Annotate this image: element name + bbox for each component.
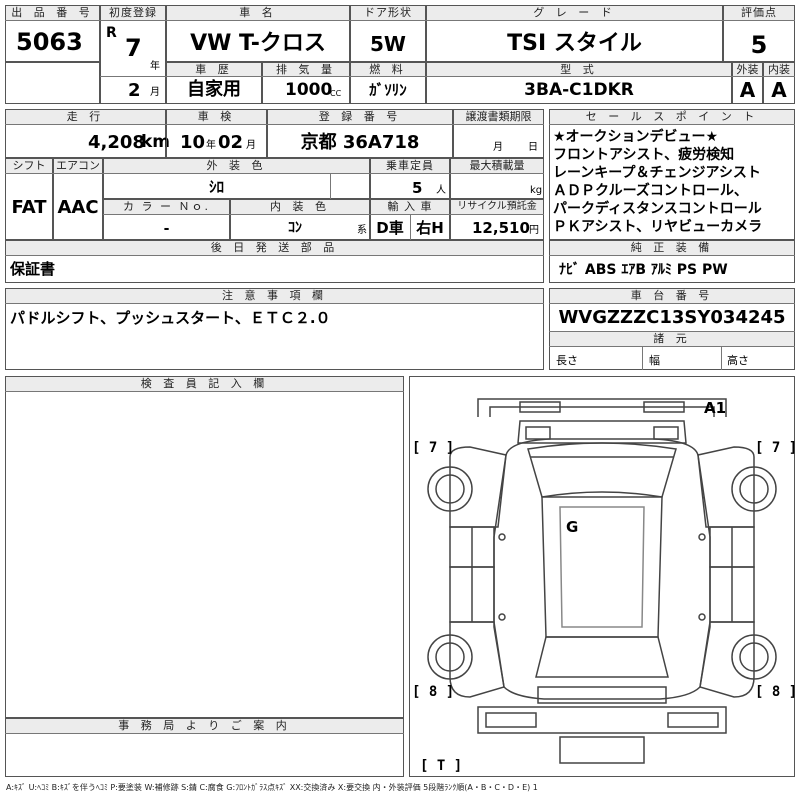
interior-label: 内装 xyxy=(764,63,794,77)
history: 自家用 xyxy=(187,79,241,100)
mark-front-right: [ 7 ] xyxy=(755,440,798,456)
interior-grade: A xyxy=(771,78,787,102)
sales-point: パークディスタンスコントロール xyxy=(553,201,762,217)
transfer-day: 日 xyxy=(528,142,538,153)
specs-label: 諸 元 xyxy=(550,332,794,346)
grade-label: グ レ ー ド xyxy=(427,6,722,20)
notes: パドルシフト、プッシュスタート、ＥＴＣ２.０ xyxy=(10,309,331,327)
mileage-label: 走 行 xyxy=(6,110,165,124)
first-reg-label: 初度登録 xyxy=(101,6,165,20)
mark-rear-left: [ 8 ] xyxy=(412,684,455,700)
sales-point: レーンキープ＆チェンジアシスト xyxy=(553,165,761,181)
inspection-month-unit: 月 xyxy=(246,140,256,151)
shift-label: シフト xyxy=(6,159,52,173)
car-name: VW T-クロス xyxy=(190,31,326,56)
exterior-label: 外装 xyxy=(733,63,762,77)
load-unit: kg xyxy=(530,185,543,196)
notes-label: 注 意 事 項 欄 xyxy=(6,289,543,303)
cc-unit: CC xyxy=(330,89,342,98)
exterior-grade: A xyxy=(739,78,756,102)
import-label: 輸 入 車 xyxy=(371,200,449,214)
mark-trunk: [ T ] xyxy=(420,758,463,774)
fuel-label: 燃 料 xyxy=(351,63,425,77)
ac-label: エアコン xyxy=(54,159,102,173)
sales-point: ＰＫアシスト、リヤビューカメラ xyxy=(553,219,763,235)
transfer-label: 譲渡書類期限 xyxy=(454,110,543,124)
displacement-label: 排 気 量 xyxy=(263,63,349,77)
int-color-unit: 系 xyxy=(357,225,367,236)
displacement: 1000 xyxy=(285,80,333,100)
damage-legend: A:ｷｽﾞ U:ﾍｺﾐ B:ｷｽﾞを伴うﾍｺﾐ P:要塗装 W:補修跡 S:錆 … xyxy=(6,783,538,792)
import-d: D車 xyxy=(376,219,404,237)
capacity: 5 xyxy=(412,179,423,197)
int-color-label: 内 装 色 xyxy=(231,200,369,214)
later-parts: 保証書 xyxy=(10,260,56,278)
inspection-month: 02 xyxy=(218,132,244,153)
sales-point: ＡＤＰクルーズコントロール、 xyxy=(553,183,748,199)
recycle-label: リサイクル預託金 xyxy=(451,200,543,214)
equipment: ﾅﾋﾞ ABS ｴｱB ｱﾙﾐ PS PW xyxy=(559,262,728,278)
color-no-label: カ ラ ー Ｎｏ. xyxy=(104,200,229,214)
ext-color: ｼﾛ xyxy=(208,178,224,196)
damage-diagram: A1 G [ 7 ] [ 7 ] [ 8 ] [ 8 ] [ T ] xyxy=(409,376,798,777)
vin-label: 車 台 番 号 xyxy=(550,289,794,303)
recycle: 12,510 xyxy=(472,219,530,237)
plate-label: 登 録 番 号 xyxy=(268,110,452,124)
capacity-label: 乗車定員 xyxy=(371,159,449,173)
car-outline-diagram xyxy=(427,398,777,764)
fuel: ｶﾞｿﾘﾝ xyxy=(369,81,407,99)
car-name-label: 車 名 xyxy=(167,6,349,20)
mileage: 4,208 xyxy=(88,132,145,153)
model-code: 3BA-C1DKR xyxy=(524,80,634,100)
lot-number: 5063 xyxy=(16,28,83,56)
capacity-unit: 人 xyxy=(436,185,446,196)
era: R xyxy=(106,25,117,41)
sales-label: セ ー ル ス ポ イ ン ト xyxy=(550,110,794,124)
inspector-label: 検 査 員 記 入 欄 xyxy=(6,377,403,391)
ext-color-label: 外 装 色 xyxy=(104,159,369,173)
first-reg-month: 2 xyxy=(128,80,141,101)
length-label: 長さ xyxy=(556,354,578,367)
sales-point: ★オークションデビュー★ xyxy=(553,129,719,145)
lot-label: 出 品 番 号 xyxy=(6,6,99,20)
month-unit: 月 xyxy=(150,87,160,98)
door-type: 5W xyxy=(370,32,406,56)
office-label: 事 務 局 よ り ご 案 内 xyxy=(6,719,403,733)
shift: FAT xyxy=(11,197,47,218)
plate: 京都 36A718 xyxy=(300,132,420,153)
yen-unit: 円 xyxy=(529,225,539,236)
inspection-year-unit: 年 xyxy=(206,140,216,151)
import-side: 右H xyxy=(416,219,444,237)
inspection-year: 10 xyxy=(180,132,206,153)
lot-extra-cell xyxy=(5,62,100,104)
later-parts-label: 後 日 発 送 部 品 xyxy=(6,241,543,255)
equipment-label: 純 正 装 備 xyxy=(550,241,794,255)
mark-rear-right: [ 8 ] xyxy=(755,684,798,700)
first-reg-year: 7 xyxy=(125,34,142,62)
grade: TSI スタイル xyxy=(507,31,642,56)
ac: AAC xyxy=(57,197,99,218)
score-label: 評価点 xyxy=(724,6,794,20)
mark-a1: A1 xyxy=(704,399,727,417)
transfer-month: 月 xyxy=(493,142,503,153)
inspection-label: 車 検 xyxy=(167,110,266,124)
inspector-cell xyxy=(5,376,404,718)
height-label: 高さ xyxy=(727,354,749,367)
score: 5 xyxy=(750,31,768,59)
mark-g: G xyxy=(566,518,579,536)
door-label: ドア形状 xyxy=(351,6,425,20)
year-unit: 年 xyxy=(150,61,160,72)
mark-front-left: [ 7 ] xyxy=(412,440,455,456)
int-color: ｺﾝ xyxy=(288,220,302,236)
vin: WVGZZZC13SY034245 xyxy=(558,307,786,328)
load-label: 最大積載量 xyxy=(451,159,543,173)
history-label: 車 歴 xyxy=(167,63,261,77)
width-label: 幅 xyxy=(649,354,660,367)
color-no: - xyxy=(163,221,170,237)
model-code-label: 型 式 xyxy=(427,63,731,77)
sales-point: フロントアシスト、疲労検知 xyxy=(553,147,735,163)
